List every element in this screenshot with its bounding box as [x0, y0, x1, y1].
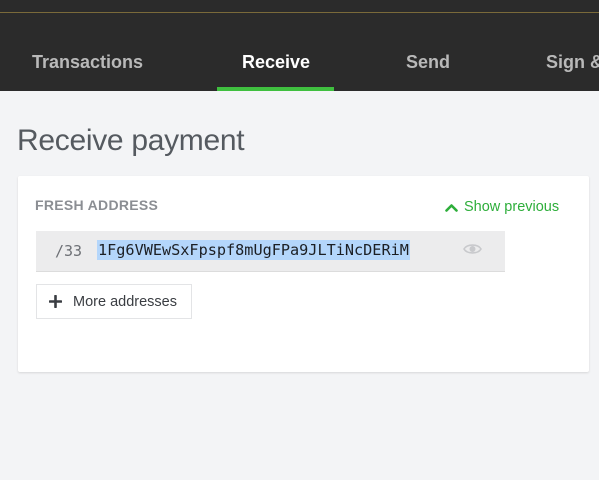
tab-sign[interactable]: Sign & — [546, 52, 599, 73]
section-label: FRESH ADDRESS — [35, 197, 159, 213]
active-tab-indicator — [217, 87, 334, 91]
fresh-address-card: FRESH ADDRESS Show previous /33 1Fg6VWEw… — [18, 176, 589, 372]
chevron-up-icon — [445, 204, 458, 212]
topbar-divider — [0, 12, 599, 13]
eye-icon[interactable] — [463, 242, 482, 256]
tab-send[interactable]: Send — [406, 52, 450, 73]
address-index: /33 — [55, 242, 83, 260]
tab-transactions[interactable]: Transactions — [32, 52, 143, 73]
address-value[interactable]: 1Fg6VWEwSxFpspf8mUgFPa9JLTiNcDERiM — [97, 240, 410, 260]
more-addresses-button[interactable]: More addresses — [36, 284, 192, 319]
address-row: /33 1Fg6VWEwSxFpspf8mUgFPa9JLTiNcDERiM — [36, 231, 505, 272]
tab-receive[interactable]: Receive — [242, 52, 310, 73]
more-addresses-label: More addresses — [73, 294, 177, 310]
show-previous-link[interactable]: Show previous — [445, 199, 559, 215]
top-navigation-bar: Transactions Receive Send Sign & — [0, 0, 599, 91]
plus-icon — [49, 295, 62, 308]
show-previous-label: Show previous — [464, 199, 560, 215]
page-title: Receive payment — [17, 124, 245, 157]
